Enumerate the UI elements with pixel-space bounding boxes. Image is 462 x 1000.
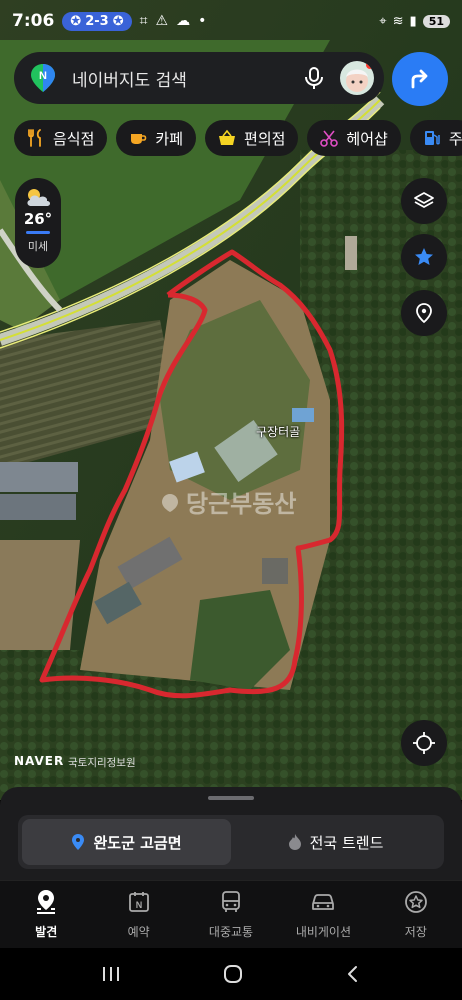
signal-icon: ▮ <box>409 13 417 29</box>
notification-icons: ⌗ ⚠ ☁ • <box>140 13 207 29</box>
system-nav-bar <box>0 948 462 1000</box>
status-right: ⌖ ≋ ▮ 51 <box>379 14 450 29</box>
location-icon: ⌖ <box>379 13 387 29</box>
cloud-sun-icon <box>27 189 50 206</box>
chip-hair-salon[interactable]: 헤어샵 <box>307 120 401 156</box>
sheet-drag-handle[interactable] <box>208 796 254 800</box>
car-icon <box>310 889 336 915</box>
battery-badge: 51 <box>422 14 450 28</box>
chip-label: 주 <box>448 129 462 148</box>
route-arrow-icon <box>411 69 428 89</box>
discover-pin-icon <box>33 889 59 915</box>
nav-saved[interactable]: 저장 <box>370 881 462 948</box>
nav-label: 내비게이션 <box>295 925 352 939</box>
watermark-text: 당근부동산 <box>186 490 297 518</box>
carrot-logo-icon <box>162 493 178 512</box>
scissors-icon <box>320 129 339 147</box>
nav-label: 대중교통 <box>208 925 254 939</box>
warning-icon: ⚠ <box>155 13 169 29</box>
team-logo-icon: ✪ <box>70 13 82 29</box>
favorites-button[interactable] <box>401 234 447 280</box>
current-location-button[interactable] <box>401 720 447 766</box>
mic-icon[interactable] <box>302 66 326 90</box>
status-bar: 7:06 ✪ 2-3 ✪ ⌗ ⚠ ☁ • ⌖ ≋ ▮ 51 <box>0 0 462 42</box>
chip-label: 편의점 <box>244 129 286 148</box>
naver-logo: NAVER <box>14 754 65 768</box>
layers-button[interactable] <box>401 178 447 224</box>
svg-text:N: N <box>135 900 142 910</box>
nav-booking[interactable]: N 예약 <box>92 881 184 948</box>
nav-navigation[interactable]: 내비게이션 <box>277 881 369 948</box>
nav-transit[interactable]: 대중교통 <box>185 881 277 948</box>
tab-trend-label: 전국 트렌드 <box>309 833 384 852</box>
recent-apps-icon[interactable] <box>99 964 123 984</box>
crosshair-icon <box>413 732 435 754</box>
chip-label: 카페 <box>155 129 184 148</box>
watermark: 당근부동산 <box>158 484 296 519</box>
nav-label: 발견 <box>35 925 58 939</box>
team-logo-icon: ✪ <box>112 13 124 29</box>
search-bar[interactable]: N 네이버지도 검색 <box>14 52 384 104</box>
fuel-icon <box>423 129 441 147</box>
place-label[interactable]: 구장터골 <box>256 423 300 440</box>
layers-icon <box>414 192 434 208</box>
tab-trend[interactable]: 전국 트렌드 <box>231 819 440 865</box>
bottom-sheet: 완도군 고금면 전국 트렌드 <box>0 787 462 880</box>
chip-cafe[interactable]: 카페 <box>116 120 197 156</box>
nav-discover[interactable]: 발견 <box>0 881 92 948</box>
status-time: 7:06 <box>12 11 55 31</box>
star-circle-icon <box>403 889 429 915</box>
weather-temp: 26° <box>23 210 53 228</box>
air-quality-label: 미세 <box>27 240 49 253</box>
weather-widget[interactable]: 26° 미세 <box>15 178 61 268</box>
chip-convenience-store[interactable]: 편의점 <box>205 120 299 156</box>
chip-label: 음식점 <box>53 129 95 148</box>
back-icon[interactable] <box>343 964 363 984</box>
star-icon <box>415 248 433 265</box>
search-input[interactable]: 네이버지도 검색 <box>72 66 302 91</box>
tab-region[interactable]: 완도군 고금면 <box>22 819 231 865</box>
screenshot-icon: ⌗ <box>139 13 148 29</box>
calendar-n-icon: N <box>126 889 152 915</box>
location-pin-button[interactable] <box>401 290 447 336</box>
basket-icon <box>218 129 236 147</box>
air-quality-bar <box>26 231 50 234</box>
pin-outline-icon <box>416 303 432 324</box>
bottom-nav: 발견 N 예약 대중교통 내비게이션 저장 <box>0 880 462 948</box>
score-pill: ✪ 2-3 ✪ <box>62 11 132 31</box>
chip-restaurant[interactable]: 음식점 <box>14 120 108 156</box>
score-text: 2-3 <box>85 13 109 29</box>
svg-text:N: N <box>39 70 47 82</box>
wifi-icon: ≋ <box>392 13 404 29</box>
map-credit: 국토지리정보원 <box>68 757 136 769</box>
location-pin-icon <box>72 834 85 850</box>
nav-label: 예약 <box>127 925 150 939</box>
naver-map-logo-icon: N <box>31 64 55 92</box>
sheet-tabs: 완도군 고금면 전국 트렌드 <box>18 815 444 869</box>
category-chips: 음식점 카페 편의점 헤어샵 주 <box>14 120 462 156</box>
bus-icon <box>218 889 244 915</box>
coffee-cup-icon <box>129 129 147 147</box>
chip-gas-station[interactable]: 주 <box>409 120 462 156</box>
chip-label: 헤어샵 <box>346 129 388 148</box>
weather-icon: ☁ <box>176 13 191 29</box>
fork-knife-icon <box>27 129 45 147</box>
home-icon[interactable] <box>222 963 244 985</box>
dot-icon: • <box>198 13 207 29</box>
tab-region-label: 완도군 고금면 <box>93 833 182 852</box>
avatar[interactable] <box>340 61 374 95</box>
route-button[interactable] <box>392 52 448 106</box>
notification-dot <box>366 61 374 69</box>
flame-icon <box>288 834 301 850</box>
nav-label: 저장 <box>404 925 427 939</box>
